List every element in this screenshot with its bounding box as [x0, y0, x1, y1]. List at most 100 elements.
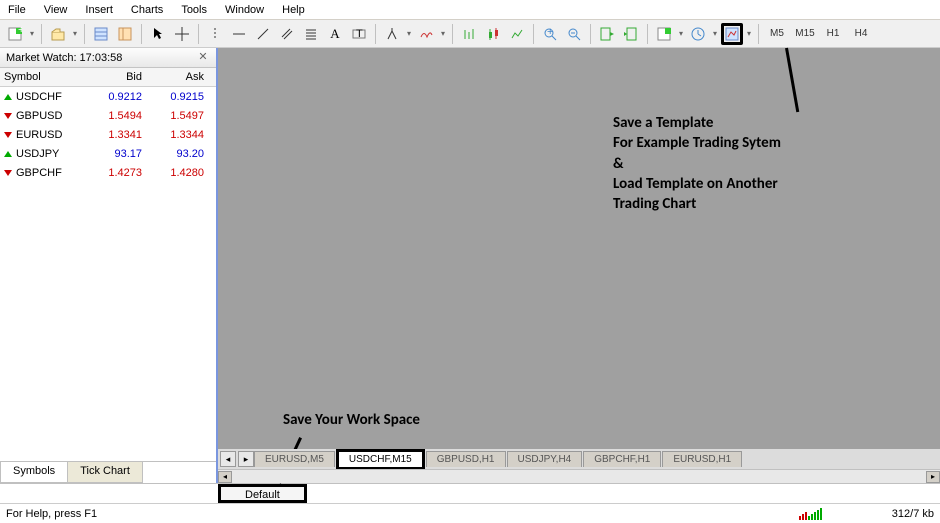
menu-file[interactable]: File	[8, 4, 26, 16]
arrow-up-icon	[4, 151, 12, 157]
bid-value: 1.3341	[88, 129, 150, 141]
menu-charts[interactable]: Charts	[131, 4, 163, 16]
workspace-tabs: Default	[0, 483, 940, 503]
separator	[452, 24, 453, 44]
zoom-in-button[interactable]: +	[539, 23, 561, 45]
chart-tab-eurusd-m5[interactable]: EURUSD,M5	[254, 451, 335, 467]
chart-tab-usdchf-m15[interactable]: USDCHF,M15	[336, 449, 425, 470]
workspace-tab-default[interactable]: Default	[218, 484, 307, 503]
new-chart-button[interactable]: +	[4, 23, 26, 45]
line-chart-button[interactable]	[506, 23, 528, 45]
cursor-button[interactable]	[147, 23, 169, 45]
market-watch-row[interactable]: GBPCHF1.42731.4280	[0, 163, 216, 182]
timeframe-m5[interactable]: M5	[764, 23, 790, 45]
chart-tab-gbpusd-h1[interactable]: GBPUSD,H1	[426, 451, 506, 467]
svg-text:+: +	[18, 27, 22, 36]
cycle-dropdown[interactable]: ▾	[439, 29, 447, 38]
separator	[198, 24, 199, 44]
market-watch-row[interactable]: GBPUSD1.54941.5497	[0, 106, 216, 125]
profiles-button[interactable]	[47, 23, 69, 45]
timeframe-m15[interactable]: M15	[792, 23, 818, 45]
tab-scroll-left[interactable]: ◂	[220, 451, 236, 467]
market-watch-row[interactable]: USDCHF0.92120.9215	[0, 87, 216, 106]
chart-tab-usdjpy-h4[interactable]: USDJPY,H4	[507, 451, 583, 467]
pitchfork-dropdown[interactable]: ▾	[405, 29, 413, 38]
separator	[84, 24, 85, 44]
toolbar: + ▾ ▾ A T ▾ ▾ + ▾ ▾ ▾ M5 M15 H1 H4	[0, 20, 940, 48]
svg-text:T: T	[356, 28, 363, 40]
symbol-name: USDJPY	[16, 148, 59, 160]
menu-help[interactable]: Help	[282, 4, 305, 16]
template-dropdown[interactable]: ▾	[745, 29, 753, 38]
menu-view[interactable]: View	[44, 4, 68, 16]
annotation-template: Save a Template For Example Trading Syte…	[613, 113, 781, 214]
template-button[interactable]	[721, 23, 743, 45]
menu-insert[interactable]: Insert	[85, 4, 113, 16]
market-watch-row[interactable]: USDJPY 93.1793.20	[0, 144, 216, 163]
bid-value: 93.17	[88, 148, 150, 160]
ask-value: 93.20	[150, 148, 212, 160]
menu-tools[interactable]: Tools	[181, 4, 207, 16]
separator	[758, 24, 759, 44]
market-watch-button[interactable]	[90, 23, 112, 45]
timeframe-h4[interactable]: H4	[848, 23, 874, 45]
text-button[interactable]: A	[324, 23, 346, 45]
candlestick-button[interactable]	[482, 23, 504, 45]
chart-tab-eurusd-h1[interactable]: EURUSD,H1	[662, 451, 742, 467]
annotation-arrow	[785, 48, 799, 113]
ask-value: 1.3344	[150, 129, 212, 141]
cycle-lines-button[interactable]	[415, 23, 437, 45]
tab-scroll-right[interactable]: ▸	[238, 451, 254, 467]
scroll-left-icon[interactable]: ◂	[218, 471, 232, 483]
horizontal-scrollbar[interactable]: ◂ ▸	[218, 469, 940, 483]
text-label-button[interactable]: T	[348, 23, 370, 45]
crosshair-button[interactable]	[171, 23, 193, 45]
status-help: For Help, press F1	[6, 508, 97, 520]
bar-chart-button[interactable]	[458, 23, 480, 45]
market-watch-row[interactable]: EURUSD 1.33411.3344	[0, 125, 216, 144]
close-icon[interactable]: ✕	[196, 51, 210, 65]
col-symbol[interactable]: Symbol	[4, 71, 88, 83]
chart-area: Save a Template For Example Trading Syte…	[218, 48, 940, 483]
horizontal-line-button[interactable]	[228, 23, 250, 45]
vertical-line-button[interactable]	[204, 23, 226, 45]
symbol-name: EURUSD	[16, 129, 62, 141]
indicators-dropdown[interactable]: ▾	[677, 29, 685, 38]
tab-symbols[interactable]: Symbols	[0, 462, 68, 483]
indicators-button[interactable]	[653, 23, 675, 45]
annotation-workspace: Save Your Work Space	[283, 410, 420, 430]
chart-shift-button[interactable]	[620, 23, 642, 45]
market-watch-title: Market Watch: 17:03:58	[6, 52, 122, 64]
svg-text:+: +	[547, 27, 553, 38]
profiles-dropdown[interactable]: ▾	[71, 29, 79, 38]
separator	[647, 24, 648, 44]
channel-button[interactable]	[276, 23, 298, 45]
scroll-right-icon[interactable]: ▸	[926, 471, 940, 483]
tab-tick-chart[interactable]: Tick Chart	[67, 462, 143, 483]
menubar: File View Insert Charts Tools Window Hel…	[0, 0, 940, 20]
bid-value: 0.9212	[88, 91, 150, 103]
market-watch-panel: Market Watch: 17:03:58 ✕ Symbol Bid Ask …	[0, 48, 218, 483]
separator	[533, 24, 534, 44]
main-area: Market Watch: 17:03:58 ✕ Symbol Bid Ask …	[0, 48, 940, 483]
col-bid[interactable]: Bid	[88, 71, 150, 83]
symbol-name: GBPUSD	[16, 110, 62, 122]
periodicity-dropdown[interactable]: ▾	[711, 29, 719, 38]
zoom-out-button[interactable]	[563, 23, 585, 45]
timeframe-h1[interactable]: H1	[820, 23, 846, 45]
symbol-name: USDCHF	[16, 91, 62, 103]
periodicity-button[interactable]	[687, 23, 709, 45]
arrow-down-icon	[4, 170, 12, 176]
navigator-button[interactable]	[114, 23, 136, 45]
connection-icon	[799, 508, 822, 520]
fibonacci-button[interactable]	[300, 23, 322, 45]
new-chart-dropdown[interactable]: ▾	[28, 29, 36, 38]
separator	[375, 24, 376, 44]
chart-tab-gbpchf-h1[interactable]: GBPCHF,H1	[583, 451, 661, 467]
arrow-up-icon	[4, 94, 12, 100]
menu-window[interactable]: Window	[225, 4, 264, 16]
auto-scroll-button[interactable]	[596, 23, 618, 45]
trendline-button[interactable]	[252, 23, 274, 45]
col-ask[interactable]: Ask	[150, 71, 212, 83]
andrews-pitchfork-button[interactable]	[381, 23, 403, 45]
